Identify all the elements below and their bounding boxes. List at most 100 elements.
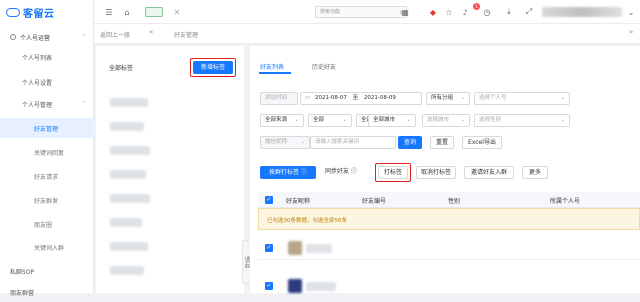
search-field-type-value: 微信昵称 <box>265 139 288 145</box>
gender-select-placeholder: 选择性别 <box>479 117 502 123</box>
tag-item[interactable] <box>110 266 144 275</box>
nav-item-label: 个人号列表 <box>22 54 53 62</box>
double-chevron-right-icon[interactable]: » <box>629 28 633 36</box>
menu-icon[interactable]: ☰ <box>104 7 114 17</box>
personal-account-select[interactable]: 选择个人号 ⌄ <box>474 92 570 105</box>
clock-icon[interactable]: ◷ <box>482 7 492 17</box>
nav-item-friend-broadcast[interactable]: 好友群发 <box>0 190 94 210</box>
nav-item-private-sop[interactable]: 私聊SOP <box>0 261 94 281</box>
nav-subgroup-personal-manage[interactable]: 个人号管理 ⌃ <box>0 94 94 114</box>
nav-item-keyword-reply[interactable]: 关键词回复 <box>0 142 94 162</box>
personal-account-placeholder: 选择个人号 <box>479 95 507 101</box>
nav-item-label: 个人号设置 <box>22 79 53 87</box>
chevron-down-icon: ⌄ <box>460 117 465 123</box>
tab-friend-manage[interactable]: 好友管理 <box>174 30 198 39</box>
nav-item-keyword-join-group[interactable]: 关键词入群 <box>0 237 94 257</box>
fullscreen-icon[interactable]: ⤢ <box>524 7 534 17</box>
col-gender[interactable]: 性别 <box>448 196 460 205</box>
date-range-picker[interactable]: ▭ 2021-08-07 至 2021-08-09 <box>300 92 422 105</box>
col-owner-account[interactable]: 所属个人号 <box>550 196 580 205</box>
close-icon[interactable]: ✕ <box>172 7 182 17</box>
bell-icon[interactable]: ♪ <box>460 7 470 17</box>
city-select-value: 全部城市 <box>373 117 396 123</box>
grid-apps-icon[interactable]: ▦ <box>400 7 410 17</box>
keyword-placeholder: 请输入搜索关键词 <box>315 139 360 145</box>
notification-badge: 1 <box>473 3 480 10</box>
tag-item[interactable] <box>110 194 150 203</box>
table-row[interactable]: ✓ <box>258 236 640 260</box>
excel-export-button[interactable]: Excel导出 <box>462 136 502 149</box>
nav-item-friend-group[interactable]: 朋友群营 <box>0 282 94 302</box>
city-select[interactable]: 全部城市 ⌄ <box>368 114 416 127</box>
date-separator: 至 <box>352 95 359 101</box>
batch-tag-label: 按群打标签 <box>269 169 300 176</box>
star-icon[interactable]: ☆ <box>444 7 454 17</box>
tag-item[interactable] <box>110 98 148 107</box>
row-checkbox[interactable]: ✓ <box>265 282 273 290</box>
tag-item[interactable] <box>110 218 142 227</box>
gender-select[interactable]: 选择性别 ⌄ <box>474 114 570 127</box>
search-placeholder: 搜索功能 <box>320 9 341 15</box>
table-row[interactable]: ✓ <box>258 274 640 298</box>
status-select[interactable]: 全部 ⌄ <box>308 114 352 127</box>
col-nickname[interactable]: 好友昵称 <box>286 196 310 205</box>
city-input-placeholder: 选择城市 <box>427 117 450 123</box>
nav-item-label: 朋友群营 <box>10 289 35 297</box>
chevron-down-icon: ⌄ <box>300 139 305 145</box>
keyword-input[interactable]: 请输入搜索关键词 <box>310 136 396 149</box>
table-header: ✓ 好友昵称 好友编号 性别 所属个人号 <box>258 192 640 208</box>
status-select-value: 全部 <box>313 117 325 123</box>
tag-item[interactable] <box>110 170 146 179</box>
invite-to-group-button[interactable]: 邀请好友入群 <box>464 166 514 179</box>
untag-button[interactable]: 取消打标签 <box>416 166 456 179</box>
colorful-app-icon[interactable]: ◆ <box>428 7 438 17</box>
group-select[interactable]: 所有分组 ⌄ <box>426 92 470 105</box>
col-friend-id[interactable]: 好友编号 <box>362 196 386 205</box>
avatar <box>288 279 302 293</box>
sync-friends-button[interactable]: 同步好友 ⓘ <box>320 166 362 179</box>
tab-history-friends[interactable]: 历史好友 <box>312 62 336 71</box>
tag-item[interactable] <box>110 242 148 251</box>
source-select[interactable]: 全部来源 ⌄ <box>260 114 304 127</box>
highlight-box <box>375 163 411 182</box>
chevron-down-icon: ⌄ <box>294 117 299 123</box>
date-from: 2021-08-07 <box>314 95 347 101</box>
tag-item[interactable] <box>110 122 144 131</box>
chevron-down-icon: ⌄ <box>560 95 565 101</box>
download-icon[interactable]: ⤓ <box>504 7 514 17</box>
query-button[interactable]: 查询 <box>398 136 422 149</box>
home-icon[interactable]: ⌂ <box>122 7 132 17</box>
selection-notice-text[interactable]: 已勾选30条数据，勾选全部56条 <box>267 216 347 224</box>
brand-name: 客留云 <box>23 8 55 20</box>
double-chevron-left-icon[interactable]: « <box>149 28 153 36</box>
more-button[interactable]: 更多 <box>522 166 548 179</box>
tag-item[interactable] <box>110 146 150 155</box>
search-field-type[interactable]: 微信昵称 ⌄ <box>260 136 310 149</box>
status-toggle[interactable] <box>145 7 163 17</box>
reset-button[interactable]: 重置 <box>430 136 454 149</box>
user-info-blurred[interactable] <box>542 7 622 17</box>
row-checkbox[interactable]: ✓ <box>265 244 273 252</box>
highlight-box <box>190 58 236 77</box>
sidebar: 客留云 个人号运营 ⌃ 个人号列表 个人号设置 个人号管理 ⌃ 好友管理 关键词… <box>0 0 94 297</box>
chevron-up-icon: ⌃ <box>81 101 86 107</box>
chevron-down-icon[interactable]: ⌄ <box>626 7 636 17</box>
select-all-checkbox[interactable]: ✓ <box>265 196 273 204</box>
nav-item-personal-settings[interactable]: 个人号设置 <box>0 72 94 92</box>
nav-group-personal-ops[interactable]: 个人号运营 ⌃ <box>0 27 94 47</box>
nav-item-label: 私聊SOP <box>10 268 35 276</box>
friend-list-panel: 好友列表 历史好友 添加时间 ▭ 2021-08-07 至 2021-08-09… <box>250 46 640 293</box>
city-input[interactable]: 选择城市 ⌄ <box>422 114 470 127</box>
tab-friend-list[interactable]: 好友列表 <box>260 62 284 71</box>
nav-item-friend-request[interactable]: 好友请求 <box>0 166 94 186</box>
search-input[interactable]: 搜索功能 ⌕ <box>315 6 407 18</box>
brand-logo[interactable]: 客留云 <box>6 5 55 20</box>
nav-item-friend-manage[interactable]: 好友管理 <box>0 118 94 138</box>
nav-item-personal-list[interactable]: 个人号列表 <box>0 47 94 67</box>
sync-friends-label: 同步好友 <box>325 168 350 175</box>
batch-tag-button[interactable]: 按群打标签 ⓘ <box>260 166 316 179</box>
nav-item-moments[interactable]: 朋友圈 <box>0 214 94 234</box>
back-link[interactable]: 返回上一级 <box>100 30 130 39</box>
all-tags-label[interactable]: 全部标签 <box>109 63 133 72</box>
selection-notice: 已勾选30条数据，勾选全部56条 <box>258 208 640 230</box>
